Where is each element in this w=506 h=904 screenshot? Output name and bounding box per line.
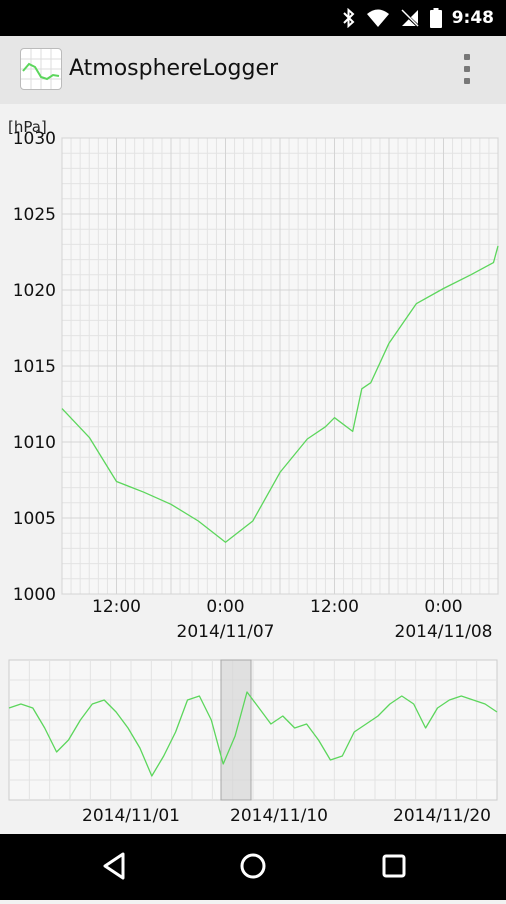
x-tick-time-label: 12:00 [92, 597, 141, 617]
overview-x-tick-label: 2014/11/01 [82, 806, 180, 826]
charts-svg: [hPa] 1030102510201015101010051000 12:00… [8, 118, 499, 826]
x-tick-date-label: 2014/11/07 [177, 622, 275, 642]
y-tick-label: 1010 [13, 433, 56, 453]
line-chart-app-icon[interactable] [20, 48, 62, 90]
y-tick-label: 1000 [13, 585, 56, 605]
status-icons: 9:48 [342, 8, 494, 28]
clock: 9:48 [451, 8, 494, 28]
navigation-bar [0, 834, 506, 900]
selected-range-highlight[interactable] [220, 659, 252, 801]
y-tick-label: 1015 [13, 357, 56, 377]
x-tick-time-label: 0:00 [206, 597, 244, 617]
chart-area: [hPa] 1030 1025 1020 1015 1010 1005 1000 12:00… [0, 104, 506, 834]
action-bar: AtmosphereLogger [0, 36, 506, 105]
overview-x-tick-label: 2014/11/10 [230, 806, 328, 826]
mute-icon [399, 8, 420, 28]
overview-chart[interactable]: 2014/11/01 2014/11/10 2014/11/20 [8, 659, 498, 826]
status-bar: 9:48 [0, 0, 506, 36]
main-chart[interactable]: 1030 1025 1020 1015 1010 1005 1000 12:00 0:00 20… [13, 129, 499, 642]
y-tick-label: 1005 [13, 509, 56, 529]
y-tick-label: 1020 [13, 281, 56, 301]
more-vert-icon[interactable] [464, 54, 472, 84]
x-tick-date-label: 2014/11/08 [395, 622, 493, 642]
y-tick-label: 1030 [13, 129, 56, 149]
wifi-icon [366, 9, 389, 27]
battery-icon [429, 8, 442, 28]
back-icon[interactable] [103, 852, 125, 880]
x-tick-time-label: 12:00 [310, 597, 359, 617]
x-tick-time-label: 0:00 [424, 597, 462, 617]
bluetooth-icon [342, 8, 355, 28]
y-tick-label: 1025 [13, 205, 56, 225]
home-icon[interactable] [240, 853, 266, 879]
overview-x-tick-label: 2014/11/20 [393, 806, 491, 826]
recents-icon[interactable] [382, 854, 406, 878]
app-title: AtmosphereLogger [69, 56, 279, 81]
